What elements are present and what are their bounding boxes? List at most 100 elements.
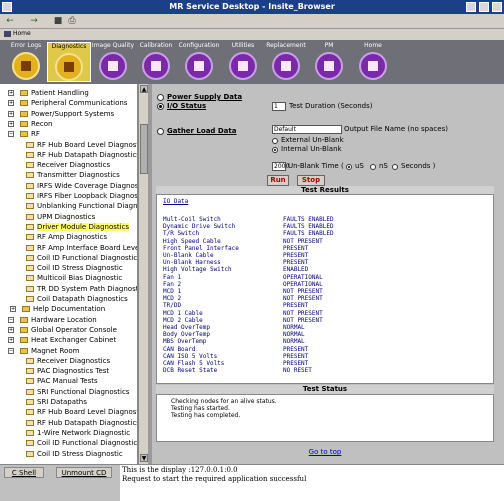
tree-item[interactable]: Transmitter Diagnostics	[14, 170, 120, 180]
tree-item[interactable]: RF Hub Board Level Diagnostics	[14, 140, 137, 150]
tree-item[interactable]: Unblanking Functional Diagnostics	[14, 201, 138, 211]
tree-item[interactable]: RF Hub Board Level Diagnostics	[14, 407, 137, 417]
tree-item[interactable]: IRFS Wide Coverage Diagnostic	[14, 181, 137, 191]
scroll-down-icon[interactable]: ▼	[140, 454, 148, 462]
tree-item[interactable]: RF Amp Diagnostics	[14, 232, 107, 242]
nav-configuration-button[interactable]: Configuration	[177, 42, 221, 82]
nav-diagnostics-button[interactable]: Diagnostics	[47, 42, 91, 82]
tree-item[interactable]: + Heat Exchanger Cabinet	[8, 335, 116, 345]
run-button[interactable]: Run	[267, 175, 289, 186]
tree-item[interactable]: + Patient Handling	[8, 88, 89, 98]
tree-item[interactable]: − Magnet Room	[8, 346, 79, 356]
test-duration-input[interactable]: 1	[272, 102, 286, 111]
collapse-icon[interactable]: −	[8, 316, 14, 323]
nav-pm-button[interactable]: PM	[307, 42, 351, 82]
tree-item[interactable]: Coil ID Functional Diagnostic	[14, 438, 137, 448]
tree-scrollbar[interactable]: ▲ ▼	[138, 84, 148, 464]
scroll-up-icon[interactable]: ▲	[140, 85, 148, 93]
unit-ns-option[interactable]: nS	[370, 162, 388, 171]
scroll-thumb[interactable]	[140, 124, 148, 174]
tree-item[interactable]: Coil ID Functional Diagnostic	[14, 253, 137, 263]
radio-io-status[interactable]	[157, 103, 164, 110]
stop-button[interactable]: ■	[52, 16, 64, 27]
nav-replacement-button[interactable]: Replacement	[264, 42, 308, 82]
back-button[interactable]: ←	[4, 16, 16, 27]
tree-item[interactable]: SRI Functional Diagnostics	[14, 387, 129, 397]
radio-unit-us[interactable]	[346, 164, 352, 170]
tree-item[interactable]: SRI Datapaths	[14, 397, 87, 407]
tree-item[interactable]: RF Hub Datapath Diagnostics	[14, 150, 137, 160]
tree-item[interactable]: Receiver Diagnostics	[14, 356, 110, 366]
nav-home-button[interactable]: Home	[351, 42, 395, 82]
home-link[interactable]: Home	[4, 29, 31, 39]
expand-icon[interactable]: +	[8, 90, 14, 96]
tree-item[interactable]: PAC Manual Tests	[14, 376, 98, 386]
result-value: FAULTS ENABLED	[283, 216, 334, 223]
tree-item-label: RF	[31, 130, 40, 139]
stop-button[interactable]: Stop	[297, 175, 325, 186]
tree-item[interactable]: + Power/Support Systems	[8, 109, 114, 119]
tree-item[interactable]: Multicoil Bias Diagnostic	[14, 273, 122, 283]
option-gather-load-data[interactable]: Gather Load Data	[157, 126, 236, 136]
expand-icon[interactable]: +	[8, 326, 14, 333]
go-to-top-link[interactable]: Go to top	[152, 448, 498, 456]
test-status-box[interactable]: Checking nodes for an alive status. Testi…	[156, 394, 494, 442]
tree-item[interactable]: RF Amp Interface Board Level Di	[14, 243, 137, 253]
tree-item[interactable]: − Hardware Location	[8, 315, 97, 325]
print-button[interactable]: ⎙	[66, 16, 78, 27]
nav-image-quality-button[interactable]: Image Quality	[91, 42, 135, 82]
tree-item[interactable]: + Peripheral Communications	[8, 98, 127, 108]
expand-icon[interactable]: +	[8, 120, 14, 127]
calibration-icon	[142, 52, 170, 80]
tree-item[interactable]: RF Hub Datapath Diagnostics	[14, 418, 137, 428]
tree-item[interactable]: TR DD System Path Diagnostic	[14, 284, 137, 294]
radio-internal-unblank[interactable]	[272, 147, 278, 153]
radio-unit-ns[interactable]	[370, 164, 376, 170]
unit-us-option[interactable]: uS	[346, 162, 364, 171]
tree-item[interactable]: + Help Documentation	[10, 304, 105, 314]
tree-item[interactable]: + Recon	[8, 119, 52, 129]
tree-item[interactable]: 1-Wire Network Diagnostic	[14, 428, 130, 438]
internal-unblank-option[interactable]: Internal Un-Blank	[272, 145, 342, 154]
forward-button[interactable]: →	[28, 16, 40, 27]
tree-item[interactable]: Driver Module Diagnostics	[14, 222, 130, 232]
result-row: Mult-Coil Switch FAULTS ENABLED	[163, 216, 463, 223]
window-menu-icon[interactable]	[2, 2, 12, 12]
unit-seconds-option[interactable]: Seconds )	[392, 162, 435, 171]
tree-item[interactable]: UPM Diagnostics	[14, 212, 95, 222]
tree-item[interactable]: Coil ID Stress Diagnostic	[14, 263, 123, 273]
unmount-cd-button[interactable]: Unmount CD	[56, 467, 112, 478]
expand-icon[interactable]: +	[8, 337, 14, 344]
tree-item[interactable]: − RF	[8, 129, 40, 139]
tree-item[interactable]: PAC Diagnostics Test	[14, 366, 109, 376]
nav-calibration-button[interactable]: Calibration	[134, 42, 178, 82]
internal-unblank-label: Internal Un-Blank	[281, 145, 342, 153]
nav-log-button[interactable]: Error Logs	[4, 42, 48, 82]
radio-unit-seconds[interactable]	[392, 164, 398, 170]
minimize-icon[interactable]	[466, 2, 476, 12]
tree-item[interactable]: Coil Datapath Diagnostics	[14, 294, 128, 304]
unblank-time-input[interactable]: 2000	[272, 162, 289, 171]
option-io-status[interactable]: I/O Status	[157, 101, 206, 111]
external-unblank-option[interactable]: External Un-Blank	[272, 136, 344, 145]
collapse-icon[interactable]: −	[8, 347, 14, 354]
output-file-input[interactable]: Default	[272, 125, 342, 134]
maximize-icon[interactable]	[479, 2, 489, 12]
collapse-icon[interactable]: −	[8, 131, 14, 138]
tree-item[interactable]: Receiver Diagnostics	[14, 160, 110, 170]
expand-icon[interactable]: +	[10, 306, 16, 313]
tree-item[interactable]: IRFS Fiber Loopback Diagnostic	[14, 191, 137, 201]
tree-item[interactable]: Coil ID Stress Diagnostic	[14, 449, 123, 459]
tree-item[interactable]: + Global Operator Console	[8, 325, 117, 335]
close-icon[interactable]	[492, 2, 502, 12]
tree-item-label: Unblanking Functional Diagnostics	[37, 202, 138, 211]
expand-icon[interactable]: +	[8, 110, 14, 117]
radio-gather-load[interactable]	[157, 128, 164, 135]
page-icon	[26, 244, 34, 251]
radio-external-unblank[interactable]	[272, 138, 278, 144]
radio-power-supply[interactable]	[157, 94, 164, 101]
nav-utilities-button[interactable]: Utilities	[221, 42, 265, 82]
expand-icon[interactable]: +	[8, 100, 14, 107]
c-shell-button[interactable]: C Shell	[4, 467, 44, 478]
test-results-box[interactable]: IO Data Mult-Coil Switch FAULTS ENABLED Dy…	[156, 194, 494, 384]
